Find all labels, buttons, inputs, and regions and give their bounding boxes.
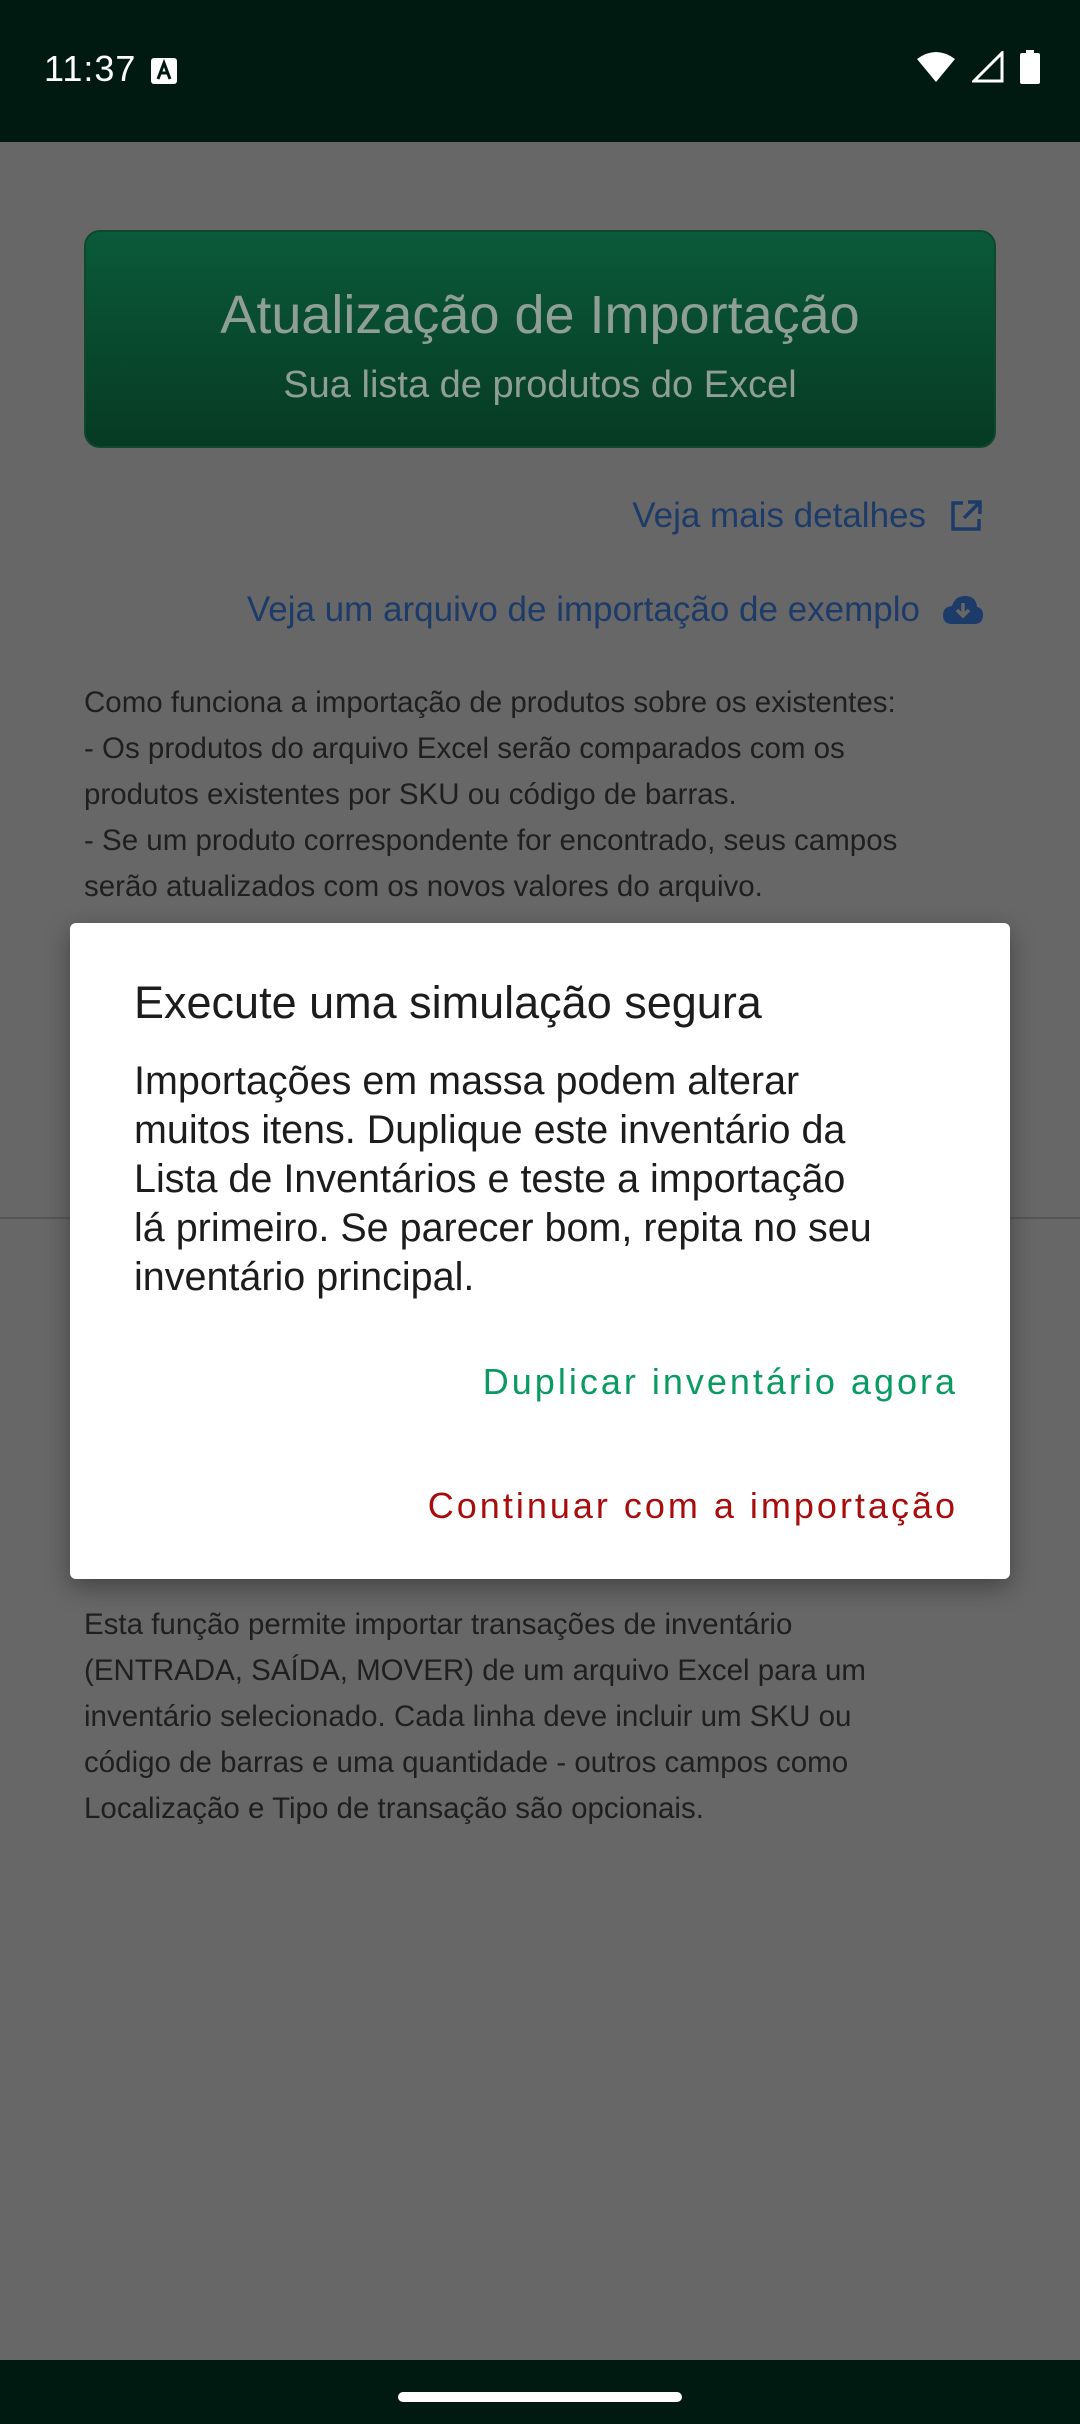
sample-file-link-label: Veja um arquivo de importação de exemplo (246, 590, 920, 629)
duplicate-inventory-button[interactable]: Duplicar inventário agora (483, 1361, 958, 1403)
text-input-icon (151, 58, 177, 84)
page-subtitle: Sua lista de produtos do Excel (283, 364, 797, 406)
description-line: Como funciona a importação de produtos s… (84, 686, 896, 719)
page-title: Atualização de Importação (220, 285, 860, 345)
safe-simulation-dialog: Execute uma simulação segura Importações… (70, 923, 1010, 1579)
description-line: inventário selecionado. Cada linha deve … (84, 1700, 852, 1733)
description-line: código de barras e uma quantidade - outr… (84, 1746, 849, 1779)
signal-icon (972, 51, 1004, 83)
navigation-bar (0, 2360, 1080, 2424)
status-time: 11:37 (44, 48, 137, 89)
description-line: - Os produtos do arquivo Excel serão com… (84, 732, 845, 765)
description-line: produtos existentes por SKU ou código de… (84, 778, 737, 811)
status-icons (916, 50, 1040, 84)
home-gesture-handle[interactable] (398, 2392, 682, 2402)
dialog-title: Execute uma simulação segura (134, 977, 762, 1028)
dialog-message-line: Importações em massa podem alterar (134, 1059, 800, 1103)
sample-file-link[interactable]: Veja um arquivo de importação de exemplo (247, 590, 984, 630)
dialog-message-line: muitos itens. Duplique este inventário d… (134, 1108, 846, 1152)
dialog-message: Importações em massa podem alterar muito… (134, 1057, 954, 1302)
battery-icon (1020, 50, 1040, 84)
status-bar: 11:37 (0, 0, 1080, 142)
dialog-message-line: lá primeiro. Se parecer bom, repita no s… (134, 1206, 872, 1250)
screen: 11:37 Atualização de Importação Sua list… (0, 0, 1080, 2424)
dialog-message-line: Lista de Inventários e teste a importaçã… (134, 1157, 846, 1201)
details-link-label: Veja mais detalhes (632, 496, 926, 535)
transactions-import-description: Esta função permite importar transações … (84, 1602, 1004, 1832)
wifi-icon (917, 52, 955, 82)
description-line: (ENTRADA, SAÍDA, MOVER) de um arquivo Ex… (84, 1654, 866, 1687)
update-import-description: Como funciona a importação de produtos s… (84, 680, 1004, 920)
dialog-message-line: inventário principal. (134, 1255, 475, 1299)
download-icon (943, 596, 983, 624)
continue-import-button[interactable]: Continuar com a importação (428, 1485, 958, 1527)
description-line: Localização e Tipo de transação são opci… (84, 1792, 704, 1825)
details-link[interactable]: Veja mais detalhes (632, 496, 984, 536)
header-banner: Atualização de Importação Sua lista de p… (84, 230, 996, 448)
description-line: - Se um produto correspondente for encon… (84, 824, 898, 857)
external-link-icon (951, 500, 982, 531)
description-line: serão atualizados com os novos valores d… (84, 870, 763, 903)
description-line: Esta função permite importar transações … (84, 1608, 793, 1641)
